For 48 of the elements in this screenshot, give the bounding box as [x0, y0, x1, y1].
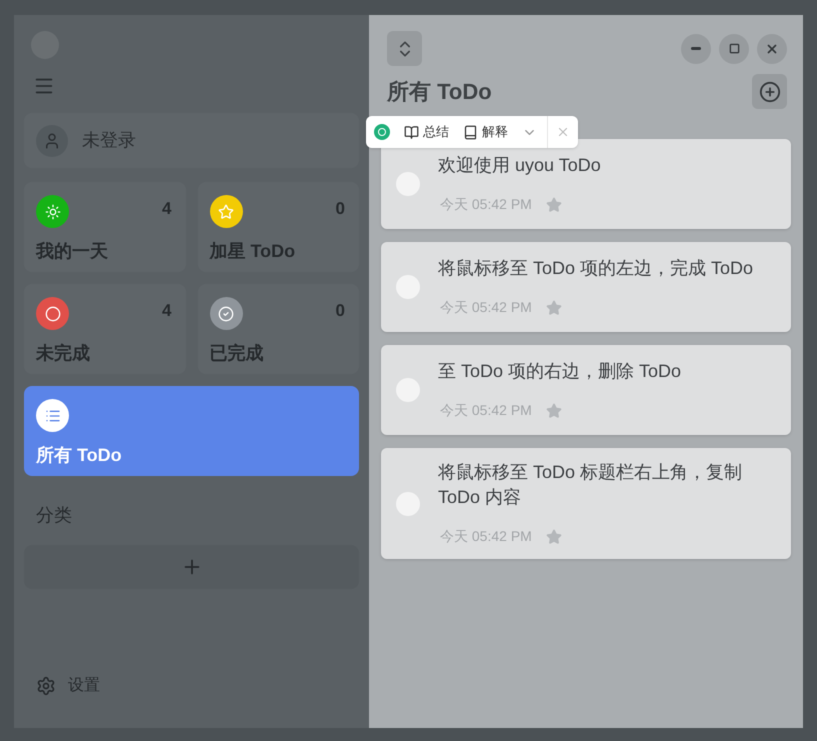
- minimize-icon: [691, 47, 701, 50]
- avatar-icon: [36, 124, 68, 156]
- plus-circle-icon: [758, 80, 780, 102]
- page-title: 所有 ToDo: [387, 78, 492, 106]
- open-book-icon: [404, 124, 419, 140]
- close-icon[interactable]: [556, 125, 570, 139]
- todo-time: 今天 05:42 PM: [440, 195, 532, 214]
- star-icon[interactable]: [546, 196, 562, 212]
- close-button[interactable]: [757, 34, 787, 64]
- sun-icon: [44, 204, 60, 220]
- settings-icon: [36, 676, 56, 696]
- list-icon: [44, 408, 60, 424]
- todo-time: 今天 05:42 PM: [440, 401, 532, 420]
- circle-icon: [44, 306, 60, 322]
- todo-time: 今天 05:42 PM: [440, 298, 532, 317]
- book-icon: [463, 124, 478, 140]
- maximize-icon: [728, 43, 740, 54]
- add-category-button[interactable]: [24, 545, 359, 589]
- settings-button[interactable]: 设置: [36, 674, 100, 698]
- categories-heading: 分类: [36, 504, 73, 527]
- star-icon: [218, 204, 234, 220]
- sort-button[interactable]: [387, 31, 422, 66]
- star-icon[interactable]: [546, 300, 562, 316]
- ai-logo-icon: [374, 124, 390, 140]
- popup-action[interactable]: 解释: [463, 122, 508, 142]
- star-icon[interactable]: [546, 528, 562, 544]
- minimize-button[interactable]: [681, 34, 711, 64]
- list-card[interactable]: 4 未完成: [24, 284, 186, 374]
- popup-action[interactable]: 总结: [404, 122, 449, 142]
- list-count: 4: [162, 300, 172, 322]
- close-icon: [765, 42, 779, 56]
- check-circle-icon: [218, 306, 234, 322]
- list-card[interactable]: 4 我的一天: [24, 182, 186, 272]
- todo-text: 欢迎使用 uyou ToDo: [438, 154, 601, 177]
- list-count: 0: [336, 198, 345, 220]
- todo-time: 今天 05:42 PM: [440, 527, 532, 546]
- maximize-button[interactable]: [719, 34, 749, 64]
- star-icon[interactable]: [546, 402, 562, 418]
- add-todo-button[interactable]: [752, 74, 787, 109]
- list-card[interactable]: 0 加星 ToDo: [198, 182, 359, 272]
- list-card[interactable]: 所有 ToDo: [24, 386, 359, 476]
- todo-text: 至 ToDo 项的右边，删除 ToDo: [438, 360, 682, 383]
- list-card[interactable]: 0 已完成: [198, 284, 359, 374]
- todo-text: 将鼠标移至 ToDo 项的左边，完成 ToDo: [438, 257, 754, 280]
- list-count: 0: [336, 300, 345, 322]
- todo-text: 将鼠标移至 ToDo 标题栏右上角，复制 ToDo 内容: [438, 461, 744, 509]
- account-button[interactable]: 未登录: [24, 113, 359, 168]
- list-count: 4: [162, 198, 172, 220]
